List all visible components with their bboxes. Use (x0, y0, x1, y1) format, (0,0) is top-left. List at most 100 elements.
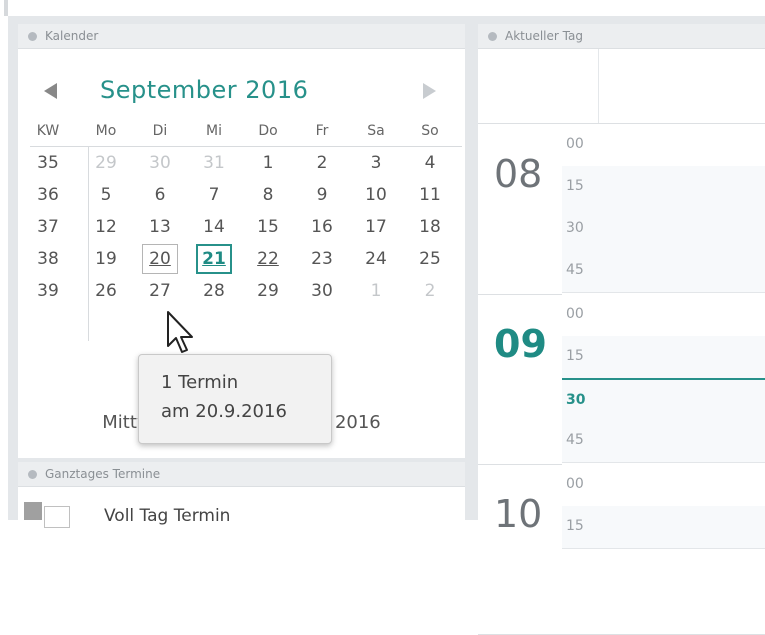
day-cell[interactable]: 22 (250, 243, 286, 275)
day-cell[interactable]: 18 (412, 211, 448, 243)
time-slot[interactable]: 30 (562, 208, 765, 251)
day-cell[interactable]: 29 (250, 275, 286, 307)
weekday-header-row: KW Mo Di Mi Do Fr Sa So (30, 118, 462, 147)
weekday-header: Do (258, 123, 278, 139)
day-cell[interactable]: 16 (304, 211, 340, 243)
minute-label: 15 (566, 348, 584, 364)
day-cell[interactable]: 29 (88, 147, 124, 179)
previous-month-arrow-icon[interactable] (40, 80, 62, 102)
day-cell[interactable]: 21 (196, 244, 232, 274)
panel-dot-icon (28, 470, 37, 479)
day-panel-title: Aktueller Tag (505, 29, 583, 43)
mouse-pointer-icon (167, 311, 193, 353)
day-cell[interactable]: 3 (358, 147, 394, 179)
minute-label: 45 (566, 432, 584, 448)
month-title: September 2016 (100, 76, 309, 104)
event-color-swatch (24, 502, 42, 520)
tooltip-date: am 20.9.2016 (161, 401, 287, 422)
day-cell[interactable]: 17 (358, 211, 394, 243)
minute-label: 15 (566, 518, 584, 534)
time-slot[interactable]: 45 (562, 420, 765, 463)
hour-label: 08 (494, 152, 543, 196)
tooltip-count: 1 Termin (161, 372, 239, 393)
weekday-header: Sa (367, 123, 385, 139)
day-header-strip (478, 49, 765, 124)
calendar-grid: KW Mo Di Mi Do Fr Sa So 35 29 30 31 1 2 3 4 36 5 6 7 8 9 10 11 3… (30, 118, 462, 341)
day-cell[interactable]: 2 (412, 275, 448, 307)
time-slot[interactable]: 15 (562, 336, 765, 379)
day-cell[interactable]: 10 (358, 179, 394, 211)
allday-panel: Ganztages Termine Voll Tag Termin (18, 462, 465, 528)
day-panel: Aktueller Tag 08 00 15 30 45 09 00 15 30 45 10 00 15 (478, 24, 765, 635)
minute-label: 00 (566, 476, 584, 492)
weekday-header: Di (152, 123, 168, 139)
calendar-panel-title: Kalender (45, 29, 99, 43)
weekday-header: So (421, 123, 439, 139)
day-cell[interactable]: 15 (250, 211, 286, 243)
time-slot[interactable]: 15 (562, 166, 765, 209)
calendar-panel-header: Kalender (18, 24, 465, 49)
day-cell[interactable]: 13 (142, 211, 178, 243)
day-cell[interactable]: 8 (250, 179, 286, 211)
day-cell[interactable]: 12 (88, 211, 124, 243)
day-cell[interactable]: 6 (142, 179, 178, 211)
day-cell[interactable]: 23 (304, 243, 340, 275)
next-month-arrow-icon[interactable] (418, 80, 440, 102)
week-number: 36 (37, 185, 59, 205)
minute-label: 15 (566, 178, 584, 194)
time-slot[interactable]: 45 (562, 250, 765, 293)
week-row: 35 29 30 31 1 2 3 4 (30, 147, 462, 179)
week-number: 35 (37, 153, 59, 173)
weekday-header: Mi (206, 123, 222, 139)
day-cell[interactable]: 1 (358, 275, 394, 307)
time-slot[interactable]: 30 (562, 378, 765, 423)
week-number-header: KW (36, 123, 60, 139)
hour-block: 08 00 15 30 45 (478, 124, 765, 295)
week-row: 39 26 27 28 29 30 1 2 (30, 275, 462, 307)
top-tick (4, 0, 8, 16)
week-number: 39 (37, 281, 59, 301)
day-cell[interactable]: 30 (142, 147, 178, 179)
hour-label: 09 (494, 322, 547, 366)
week-number: 38 (37, 249, 59, 269)
panel-dot-icon (488, 32, 497, 41)
minute-label: 30 (566, 220, 584, 236)
day-cell[interactable]: 31 (196, 147, 232, 179)
day-cell[interactable]: 9 (304, 179, 340, 211)
minute-label: 45 (566, 262, 584, 278)
week-row: 36 5 6 7 8 9 10 11 (30, 179, 462, 211)
minute-label: 30 (566, 392, 586, 408)
day-cell[interactable]: 2 (304, 147, 340, 179)
day-cell[interactable]: 26 (88, 275, 124, 307)
day-cell[interactable]: 19 (88, 243, 124, 275)
day-cell[interactable]: 4 (412, 147, 448, 179)
day-panel-header: Aktueller Tag (478, 24, 765, 49)
minute-label: 00 (566, 306, 584, 322)
day-cell[interactable]: 14 (196, 211, 232, 243)
allday-panel-title: Ganztages Termine (45, 467, 161, 481)
day-cell[interactable]: 20 (142, 244, 178, 274)
time-slot[interactable]: 00 (562, 294, 765, 337)
day-header-divider (598, 49, 599, 123)
week-number: 37 (37, 217, 59, 237)
allday-event[interactable]: Voll Tag Termin (104, 506, 230, 526)
week-row: 37 12 13 14 15 16 17 18 (30, 211, 462, 243)
day-cell[interactable]: 28 (196, 275, 232, 307)
day-cell[interactable]: 5 (88, 179, 124, 211)
day-cell[interactable]: 30 (304, 275, 340, 307)
time-slot[interactable]: 15 (562, 506, 765, 549)
event-checkbox[interactable] (44, 506, 70, 528)
day-cell[interactable]: 25 (412, 243, 448, 275)
time-slot[interactable]: 00 (562, 124, 765, 167)
day-cell[interactable]: 7 (196, 179, 232, 211)
day-cell[interactable]: 24 (358, 243, 394, 275)
hour-block: 09 00 15 30 45 (478, 294, 765, 465)
panel-dot-icon (28, 32, 37, 41)
weekday-header: Fr (315, 123, 329, 139)
hour-label: 10 (494, 492, 543, 536)
day-cell[interactable]: 1 (250, 147, 286, 179)
day-cell[interactable]: 11 (412, 179, 448, 211)
day-cell[interactable]: 27 (142, 275, 178, 307)
time-slot[interactable]: 00 (562, 464, 765, 507)
week-row: 38 19 20 21 22 23 24 25 (30, 243, 462, 275)
